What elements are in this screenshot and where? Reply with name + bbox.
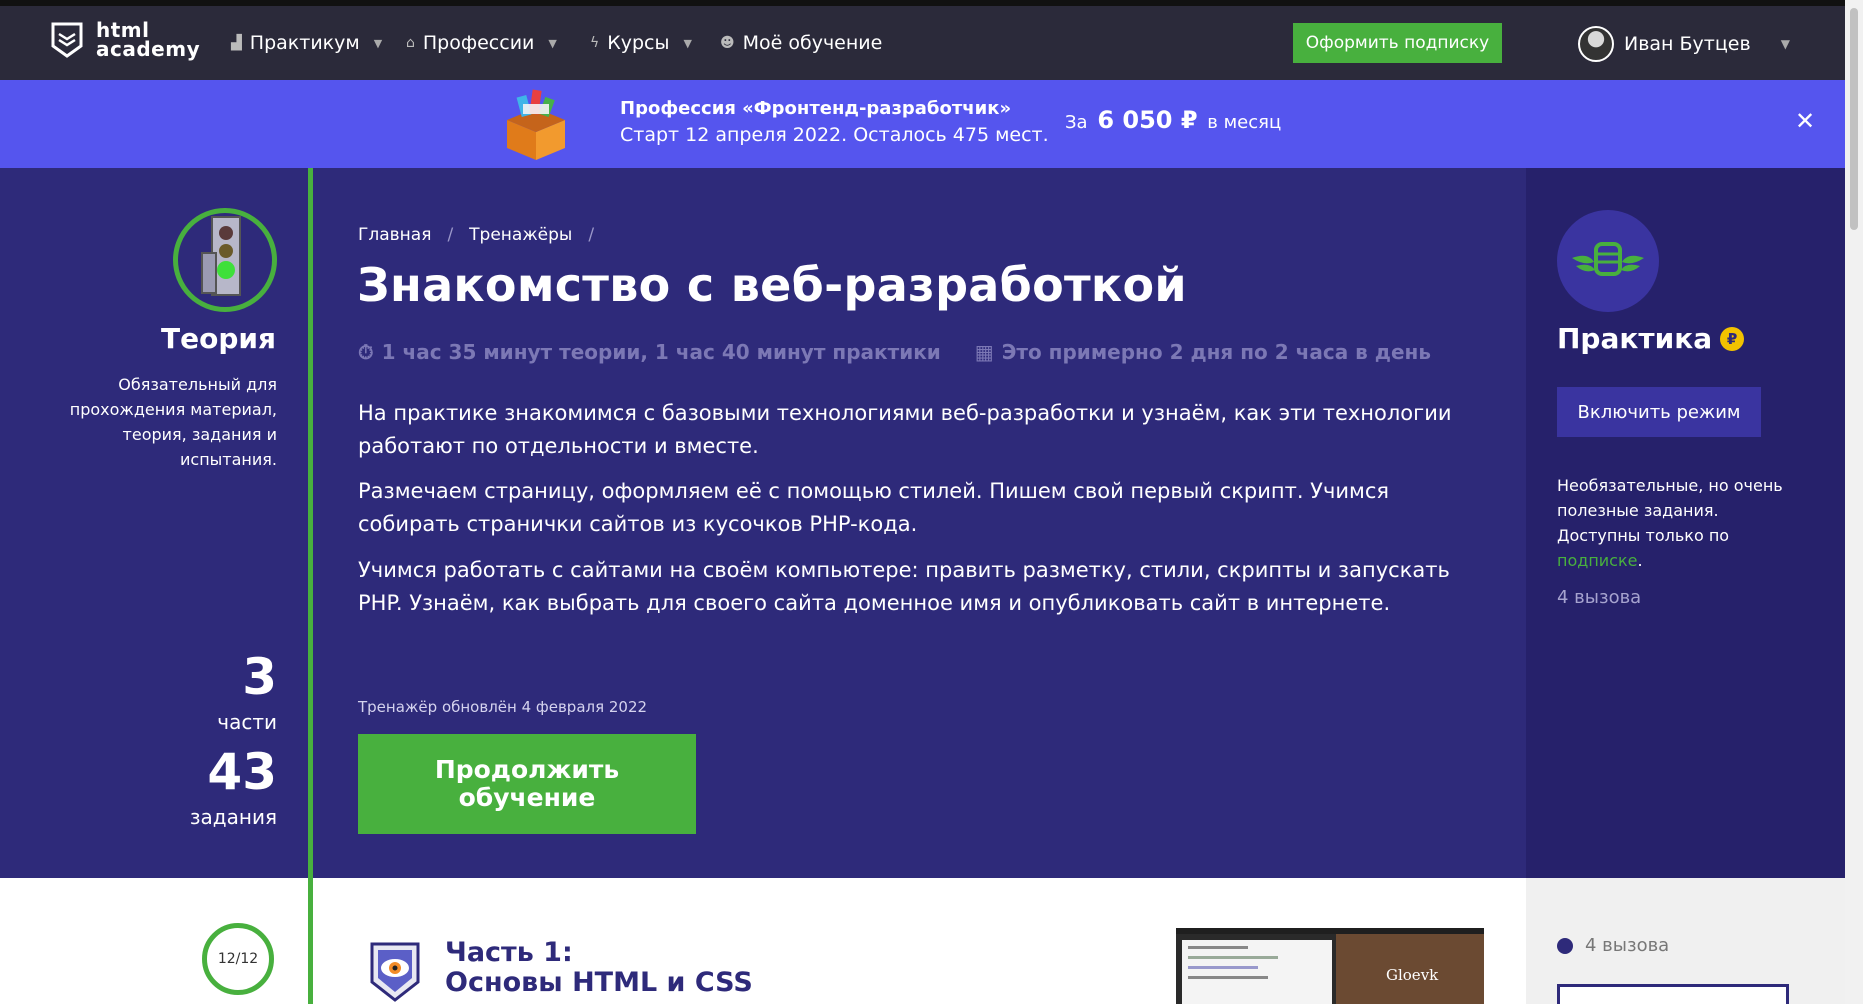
theory-description: Обязательный для прохождения материал, т… xyxy=(69,375,277,469)
promo-price: За 6 050 ₽ в месяц xyxy=(1065,106,1281,134)
scrollbar[interactable] xyxy=(1845,0,1863,1004)
html-academy-logo[interactable]: html academy xyxy=(50,20,200,60)
parts-count: 3 xyxy=(242,648,277,706)
practice-title: Практика ₽ xyxy=(1557,322,1745,355)
nav-item-label: Моё обучение xyxy=(742,32,883,54)
tasks-label: задания xyxy=(189,805,277,829)
top-navigation: html academy ▟ Практикум ▼ ⌂ Профессии ▼… xyxy=(0,0,1845,80)
close-icon[interactable]: ✕ xyxy=(1795,107,1815,135)
part-name: Основы HTML и CSS xyxy=(445,967,753,998)
nav-item-courses[interactable]: ϟ Курсы ▼ xyxy=(590,32,692,54)
part-practice-button[interactable] xyxy=(1557,984,1789,1004)
calendar-icon: ▦ xyxy=(974,340,994,364)
course-meta: ⏱ 1 час 35 минут теории, 1 час 40 минут … xyxy=(358,340,1431,364)
nav-item-my-learning[interactable]: ☻ Моё обучение xyxy=(720,32,882,54)
part-challenges-count: 4 вызова xyxy=(1585,935,1670,956)
breadcrumb-separator: / xyxy=(447,225,454,245)
nav-item-label: Практикум xyxy=(249,32,360,54)
promo-banner[interactable]: Профессия «Фронтенд-разработчик» Старт 1… xyxy=(0,80,1845,168)
avatar xyxy=(1578,26,1614,62)
practice-description: Необязательные, но очень полезные задани… xyxy=(1557,473,1797,573)
logo-text: html academy xyxy=(96,20,201,61)
continue-learning-label: Продолжить обучение xyxy=(434,755,620,812)
price-prefix: За xyxy=(1065,112,1088,133)
part-progress-circle: 12/12 xyxy=(202,923,274,995)
price-suffix: в месяц xyxy=(1207,112,1282,133)
practice-challenges-count: 4 вызова xyxy=(1557,587,1642,608)
timeline-line xyxy=(308,168,313,1004)
graduation-icon: ⌂ xyxy=(406,35,415,51)
chevron-down-icon: ▼ xyxy=(373,36,383,50)
part-preview-image: Gloevk xyxy=(1176,928,1484,1004)
bullet-icon xyxy=(1557,937,1573,954)
parts-label: части xyxy=(217,710,277,734)
people-icon: ☻ xyxy=(720,35,735,51)
preview-title: Gloevk xyxy=(1386,966,1439,984)
practice-desc-text: Необязательные, но очень полезные задани… xyxy=(1557,476,1783,545)
promo-title: Профессия «Фронтенд-разработчик» xyxy=(620,98,1012,119)
user-menu[interactable]: Иван Бутцев ▼ xyxy=(1578,26,1790,62)
course-description-3: Учимся работать с сайтами на своём компь… xyxy=(358,558,1450,615)
logo-line-2: academy xyxy=(96,37,201,61)
stopwatch-icon: ⏱ xyxy=(358,340,374,364)
traffic-light-icon xyxy=(173,208,277,312)
fist-wings-icon xyxy=(1557,210,1659,312)
course-description-1: На практике знакомимся с базовыми технол… xyxy=(358,401,1452,458)
breadcrumb-home[interactable]: Главная xyxy=(358,225,431,245)
subscribe-button[interactable]: Оформить подписку xyxy=(1293,23,1502,63)
enable-practice-mode-button[interactable]: Включить режим xyxy=(1557,387,1761,437)
user-name: Иван Бутцев xyxy=(1624,33,1751,55)
nav-item-professions[interactable]: ⌂ Профессии ▼ xyxy=(406,32,557,54)
updated-date: Тренажёр обновлён 4 февраля 2022 xyxy=(358,698,648,716)
course-schedule: Это примерно 2 дня по 2 часа в день xyxy=(1001,340,1431,364)
chevron-down-icon: ▼ xyxy=(683,36,692,50)
logo-icon xyxy=(51,22,83,58)
breadcrumb-separator: / xyxy=(588,225,595,245)
subscription-link[interactable]: подписке xyxy=(1557,551,1637,570)
box-illustration-icon xyxy=(507,89,565,160)
ruble-coin-icon: ₽ xyxy=(1720,326,1745,351)
price-value: 6 050 ₽ xyxy=(1097,106,1198,134)
theory-title: Теория xyxy=(161,322,276,355)
tasks-count: 43 xyxy=(207,743,277,801)
page-title: Знакомство с веб-разработкой xyxy=(357,258,1187,312)
breadcrumb: Главная / Тренажёры / xyxy=(358,225,594,245)
lightning-icon: ϟ xyxy=(590,35,600,51)
course-description-2: Размечаем страницу, оформляем её с помощ… xyxy=(358,479,1390,536)
nav-item-praktikum[interactable]: ▟ Практикум ▼ xyxy=(231,32,382,54)
chevron-down-icon: ▼ xyxy=(1780,37,1790,51)
chevron-down-icon: ▼ xyxy=(548,36,557,50)
scrollbar-thumb[interactable] xyxy=(1850,8,1858,230)
course-duration: 1 час 35 минут теории, 1 час 40 минут пр… xyxy=(381,340,941,364)
part-challenges: 4 вызова xyxy=(1557,935,1669,956)
continue-learning-button[interactable]: Продолжить обучение xyxy=(358,734,696,834)
nav-item-label: Профессии xyxy=(422,32,535,54)
practice-title-text: Практика xyxy=(1557,322,1713,355)
breadcrumb-trainers[interactable]: Тренажёры xyxy=(469,225,572,245)
chart-icon: ▟ xyxy=(231,35,242,51)
practice-desc-end: . xyxy=(1637,551,1643,570)
promo-subtitle: Старт 12 апреля 2022. Осталось 475 мест. xyxy=(620,124,1049,146)
part-title[interactable]: Часть 1: Основы HTML и CSS xyxy=(445,938,753,998)
shield-eye-icon xyxy=(366,938,424,1004)
nav-item-label: Курсы xyxy=(607,32,670,54)
part-number: Часть 1: xyxy=(445,937,573,968)
